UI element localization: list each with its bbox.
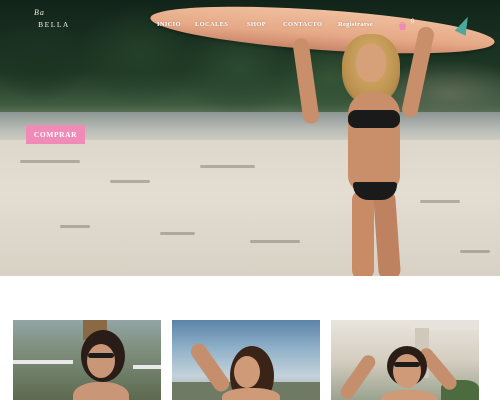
brand-logo[interactable]: Ba BELLA	[34, 8, 74, 30]
hero-banner: COMPRAR	[0, 0, 500, 276]
nav-item-locales[interactable]: LOCALES	[195, 21, 228, 33]
shopping-bag-icon[interactable]	[397, 18, 408, 30]
product-thumbnail[interactable]	[13, 320, 161, 400]
logo-text: BELLA	[38, 20, 70, 29]
nav-item-inicio[interactable]: INICIO	[157, 21, 181, 33]
nav-item-registrarse[interactable]: Registrarse	[338, 21, 373, 33]
shop-now-button[interactable]: COMPRAR	[26, 125, 85, 144]
cart-count: 0	[411, 19, 415, 25]
nav-item-shop[interactable]: SHOP	[247, 21, 266, 33]
hero-model	[292, 20, 438, 276]
logo-script: Ba	[34, 8, 45, 17]
product-thumbnail[interactable]	[172, 320, 320, 400]
nav-item-contacto[interactable]: CONTACTO	[283, 21, 322, 33]
product-thumbnail[interactable]	[331, 320, 479, 400]
